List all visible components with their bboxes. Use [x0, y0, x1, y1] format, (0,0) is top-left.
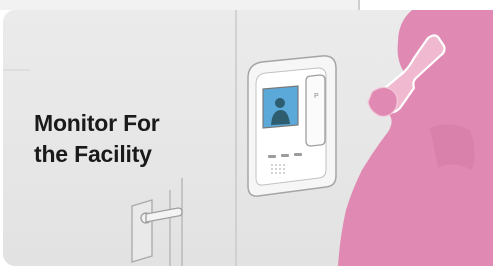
monitor-screen: [262, 85, 299, 129]
title-line-2: the Facility: [34, 141, 152, 167]
intercom-monitor-icon: P: [247, 55, 337, 197]
title-line-1: Monitor For: [34, 110, 160, 136]
monitor-handset: P: [305, 74, 326, 147]
page-title: Monitor For the Facility: [34, 108, 160, 170]
facility-monitor-banner: P Monitor For the Facility: [0, 0, 493, 270]
svg-text:P: P: [314, 93, 319, 100]
door-frame: [169, 178, 183, 266]
door-handle-icon: [131, 199, 183, 263]
person-on-phone-icon: [338, 10, 493, 266]
